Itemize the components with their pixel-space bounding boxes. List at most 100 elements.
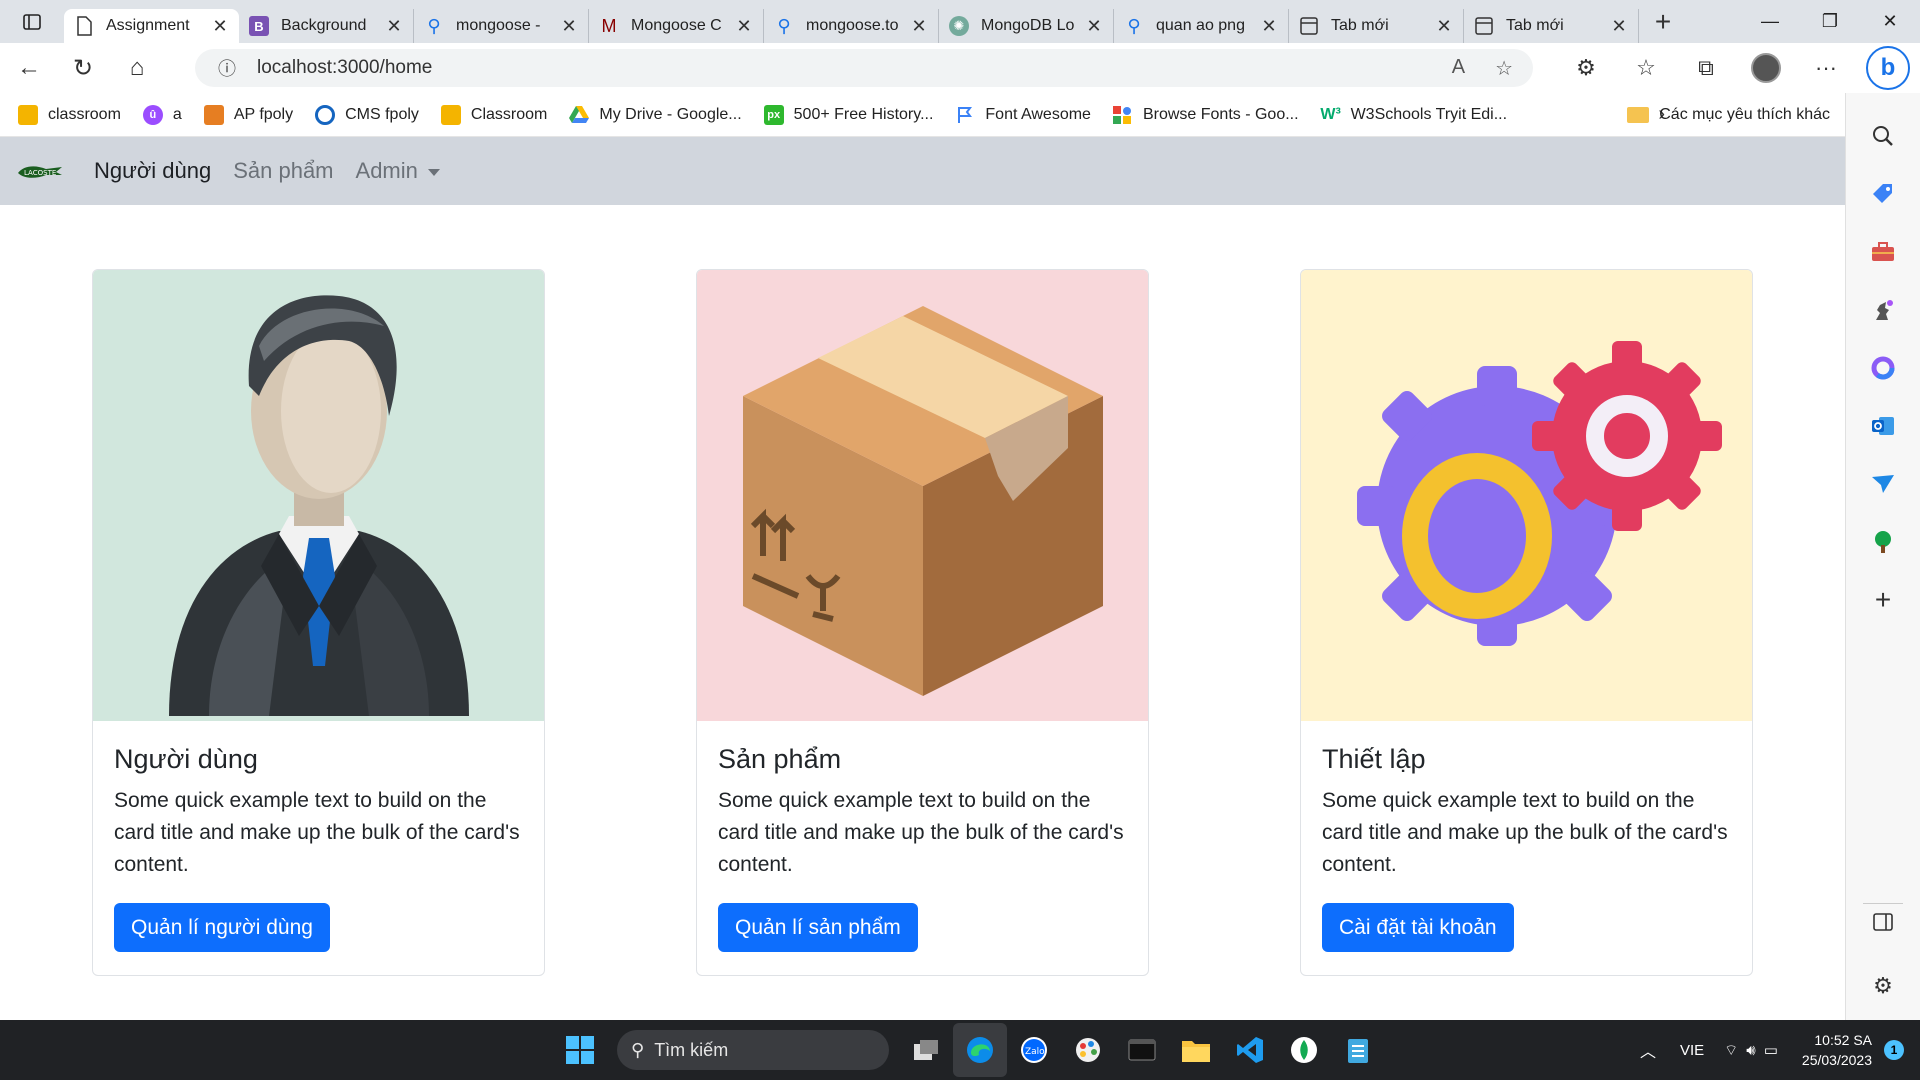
- bookmark-label: Classroom: [470, 105, 548, 123]
- bookmark-cms-fpoly[interactable]: CMS fpoly: [315, 104, 419, 125]
- bookmark-classroom-2[interactable]: Classroom: [440, 104, 548, 125]
- chatgpt-icon: ✺: [949, 16, 969, 36]
- tab-mongoose-to[interactable]: ⚲ mongoose.to ✕: [764, 9, 939, 43]
- google-fonts-icon: [1112, 105, 1133, 125]
- close-icon[interactable]: ✕: [211, 16, 229, 37]
- minimize-button[interactable]: —: [1740, 0, 1800, 43]
- nav-dropdown-admin[interactable]: Admin: [356, 158, 440, 184]
- bookmark-browse-fonts[interactable]: Browse Fonts - Goo...: [1112, 105, 1299, 125]
- outlook-icon[interactable]: [1865, 408, 1901, 444]
- split-screen-icon[interactable]: [1873, 913, 1893, 937]
- tab-actions-button[interactable]: [0, 0, 64, 43]
- mongodb-compass-icon[interactable]: [1277, 1023, 1331, 1077]
- shopping-tag-icon[interactable]: [1865, 176, 1901, 212]
- close-window-button[interactable]: ✕: [1860, 0, 1920, 43]
- edge-icon[interactable]: [953, 1023, 1007, 1077]
- taskbar-apps: ⚲ Tìm kiếm Zalo: [553, 1020, 1385, 1080]
- settings-icon[interactable]: ⚙: [1873, 973, 1893, 999]
- close-icon[interactable]: ✕: [1085, 16, 1103, 37]
- address-bar[interactable]: ⓘ localhost:3000/home A ☆: [195, 49, 1533, 87]
- close-icon[interactable]: ✕: [1435, 16, 1453, 37]
- battery-icon[interactable]: ▭: [1764, 1041, 1778, 1059]
- newtab-icon: [1299, 16, 1319, 36]
- profile-avatar[interactable]: [1751, 53, 1781, 83]
- bookmark-w3schools[interactable]: W³ W3Schools Tryit Edi...: [1320, 105, 1508, 125]
- volume-icon[interactable]: 🔊︎: [1746, 1042, 1755, 1059]
- bookmark-font-awesome[interactable]: Font Awesome: [955, 105, 1091, 125]
- windows-start-icon[interactable]: [553, 1023, 607, 1077]
- close-icon[interactable]: ✕: [1260, 16, 1278, 37]
- close-icon[interactable]: ✕: [560, 16, 578, 37]
- info-icon[interactable]: ⓘ: [207, 55, 247, 81]
- card-title: Thiết lập: [1322, 744, 1426, 774]
- task-view-icon[interactable]: [899, 1023, 953, 1077]
- tab-label: mongoose -: [456, 17, 541, 34]
- file-explorer-icon[interactable]: [1169, 1023, 1223, 1077]
- manage-users-button[interactable]: Quản lí người dùng: [114, 903, 330, 952]
- close-icon[interactable]: ✕: [910, 16, 928, 37]
- close-icon[interactable]: ✕: [1610, 16, 1628, 37]
- nav-link-products[interactable]: Sản phẩm: [233, 158, 333, 184]
- tab-assignment[interactable]: Assignment ✕: [64, 9, 239, 43]
- tab-mongoose-docs[interactable]: M Mongoose C ✕: [589, 9, 764, 43]
- search-icon: ⚲: [427, 15, 441, 36]
- add-icon[interactable]: +: [1865, 582, 1901, 618]
- more-menu-icon[interactable]: ···: [1796, 55, 1856, 81]
- tab-new-2[interactable]: Tab mới ✕: [1464, 9, 1639, 43]
- read-aloud-icon[interactable]: A: [1452, 56, 1465, 81]
- edge-sidebar: + ⚙: [1845, 93, 1920, 1020]
- games-chess-icon[interactable]: [1865, 292, 1901, 328]
- back-button[interactable]: ←: [4, 48, 54, 88]
- bookmark-my-drive[interactable]: My Drive - Google...: [569, 105, 742, 125]
- other-favorites-folder[interactable]: Các mục yêu thích khác: [1627, 106, 1830, 124]
- bookmark-label: W3Schools Tryit Edi...: [1350, 105, 1508, 123]
- microsoft365-icon[interactable]: [1865, 350, 1901, 386]
- home-button[interactable]: ⌂: [112, 48, 162, 88]
- tab-quan-ao[interactable]: ⚲ quan ao png ✕: [1114, 9, 1289, 43]
- tab-background[interactable]: B Background ✕: [239, 9, 414, 43]
- collections-icon[interactable]: ⧉: [1676, 55, 1736, 81]
- main-content: Người dùng Some quick example text to bu…: [0, 205, 1845, 1020]
- paint-icon[interactable]: [1061, 1023, 1115, 1077]
- nav-link-users[interactable]: Người dùng: [94, 158, 211, 184]
- bookmark-500-history[interactable]: px 500+ Free History...: [763, 104, 933, 125]
- terminal-icon[interactable]: [1115, 1023, 1169, 1077]
- zalo-icon[interactable]: Zalo: [1007, 1023, 1061, 1077]
- tab-mongoose-search[interactable]: ⚲ mongoose - ✕: [414, 9, 589, 43]
- svg-text:LACOSTE: LACOSTE: [24, 169, 56, 177]
- windows-taskbar: ⚲ Tìm kiếm Zalo ︿ VIE ⌔ 🔊︎ ▭ 10:52 SA 25…: [0, 1020, 1920, 1080]
- favorites-icon[interactable]: ☆: [1616, 55, 1676, 81]
- url-text[interactable]: localhost:3000/home: [257, 57, 432, 79]
- restore-button[interactable]: ❐: [1800, 0, 1860, 43]
- bookmark-classroom[interactable]: classroom: [18, 104, 121, 125]
- taskbar-search[interactable]: ⚲ Tìm kiếm: [617, 1030, 889, 1070]
- tree-icon[interactable]: [1865, 524, 1901, 560]
- card-body: Thiết lập Some quick example text to bui…: [1301, 721, 1752, 972]
- account-settings-button[interactable]: Cài đặt tài khoản: [1322, 903, 1514, 952]
- close-icon[interactable]: ✕: [735, 16, 753, 37]
- search-placeholder: Tìm kiếm: [654, 1039, 729, 1060]
- search-icon[interactable]: [1865, 118, 1901, 154]
- tab-new-1[interactable]: Tab mới ✕: [1289, 9, 1464, 43]
- vscode-icon[interactable]: [1223, 1023, 1277, 1077]
- extensions-icon[interactable]: ⚙: [1556, 55, 1616, 81]
- reload-button[interactable]: ↻: [58, 48, 108, 88]
- notepad-icon[interactable]: [1331, 1023, 1385, 1077]
- clock[interactable]: 10:52 SA 25/03/2023: [1802, 1030, 1872, 1070]
- close-icon[interactable]: ✕: [385, 16, 403, 37]
- tools-briefcase-icon[interactable]: [1865, 234, 1901, 270]
- bookmark-a[interactable]: ûa: [142, 104, 182, 125]
- new-tab-button[interactable]: +: [1639, 6, 1687, 38]
- language-indicator[interactable]: VIE: [1680, 1042, 1704, 1059]
- notification-badge[interactable]: 1: [1884, 1040, 1904, 1060]
- manage-products-button[interactable]: Quản lí sản phẩm: [718, 903, 918, 952]
- send-icon[interactable]: [1865, 466, 1901, 502]
- bookmark-ap-fpoly[interactable]: AP fpoly: [203, 104, 293, 125]
- bookmark-a-icon: û: [142, 104, 163, 125]
- add-favorite-icon[interactable]: ☆: [1495, 56, 1513, 81]
- tab-mongodb[interactable]: ✺ MongoDB Lo ✕: [939, 9, 1114, 43]
- chevron-up-icon[interactable]: ︿: [1640, 1038, 1656, 1062]
- wifi-icon[interactable]: ⌔: [1724, 1041, 1738, 1060]
- bing-icon[interactable]: b: [1866, 46, 1910, 90]
- brand-logo[interactable]: LACOSTE: [16, 159, 64, 183]
